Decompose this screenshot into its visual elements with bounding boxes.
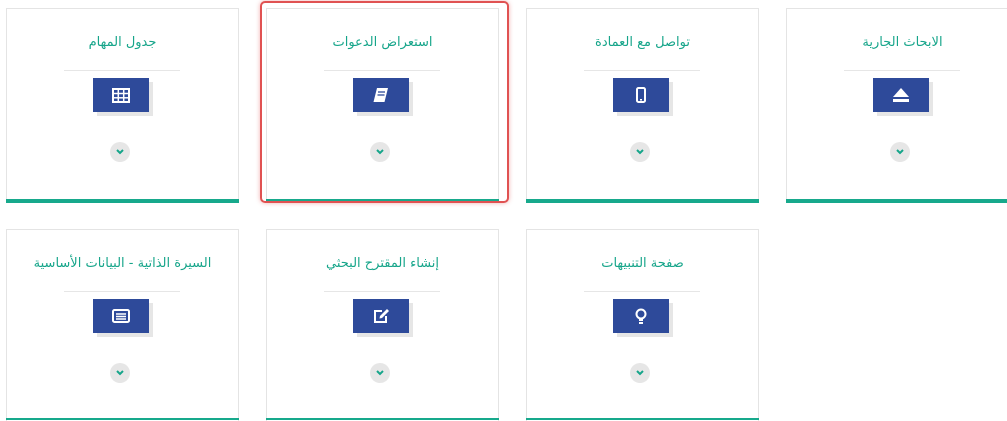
chevron-down-icon[interactable] bbox=[370, 363, 390, 383]
accent-bar bbox=[526, 418, 759, 420]
card-create-research-proposal[interactable]: إنشاء المقترح البحثي bbox=[266, 229, 499, 421]
divider bbox=[324, 291, 440, 292]
card-task-schedule[interactable]: جدول المهام bbox=[6, 8, 239, 203]
accent-bar bbox=[786, 199, 1007, 203]
accent-bar bbox=[266, 199, 499, 203]
eject-icon[interactable] bbox=[873, 78, 929, 112]
card-contact-deanship[interactable]: تواصل مع العمادة bbox=[526, 8, 759, 203]
card-title: صفحة التنبيهات bbox=[601, 256, 684, 271]
lightbulb-icon[interactable] bbox=[613, 299, 669, 333]
chevron-down-icon[interactable] bbox=[110, 142, 130, 162]
divider bbox=[584, 70, 700, 71]
accent-bar bbox=[6, 199, 239, 203]
card-title: تواصل مع العمادة bbox=[595, 35, 690, 50]
card-view-invitations[interactable]: استعراض الدعوات bbox=[266, 8, 499, 203]
card-cv-basic-data[interactable]: السيرة الذاتية - البيانات الأساسية bbox=[6, 229, 239, 421]
accent-bar bbox=[526, 199, 759, 203]
accent-bar bbox=[266, 418, 499, 420]
chevron-down-icon[interactable] bbox=[890, 142, 910, 162]
book-icon[interactable] bbox=[353, 78, 409, 112]
card-current-research[interactable]: الابحاث الجارية bbox=[786, 8, 1007, 203]
divider bbox=[584, 291, 700, 292]
card-notifications[interactable]: صفحة التنبيهات bbox=[526, 229, 759, 421]
chevron-down-icon[interactable] bbox=[630, 142, 650, 162]
card-title: استعراض الدعوات bbox=[332, 35, 433, 50]
divider bbox=[844, 70, 960, 71]
card-title: السيرة الذاتية - البيانات الأساسية bbox=[33, 256, 212, 271]
divider bbox=[64, 70, 180, 71]
chevron-down-icon[interactable] bbox=[110, 363, 130, 383]
edit-icon[interactable] bbox=[353, 299, 409, 333]
mobile-icon[interactable] bbox=[613, 78, 669, 112]
accent-bar bbox=[6, 418, 239, 420]
card-title: جدول المهام bbox=[88, 35, 157, 50]
divider bbox=[64, 291, 180, 292]
chevron-down-icon[interactable] bbox=[370, 142, 390, 162]
card-title: الابحاث الجارية bbox=[862, 35, 943, 50]
divider bbox=[324, 70, 440, 71]
id-card-icon[interactable] bbox=[93, 299, 149, 333]
chevron-down-icon[interactable] bbox=[630, 363, 650, 383]
table-icon[interactable] bbox=[93, 78, 149, 112]
card-title: إنشاء المقترح البحثي bbox=[326, 256, 439, 271]
